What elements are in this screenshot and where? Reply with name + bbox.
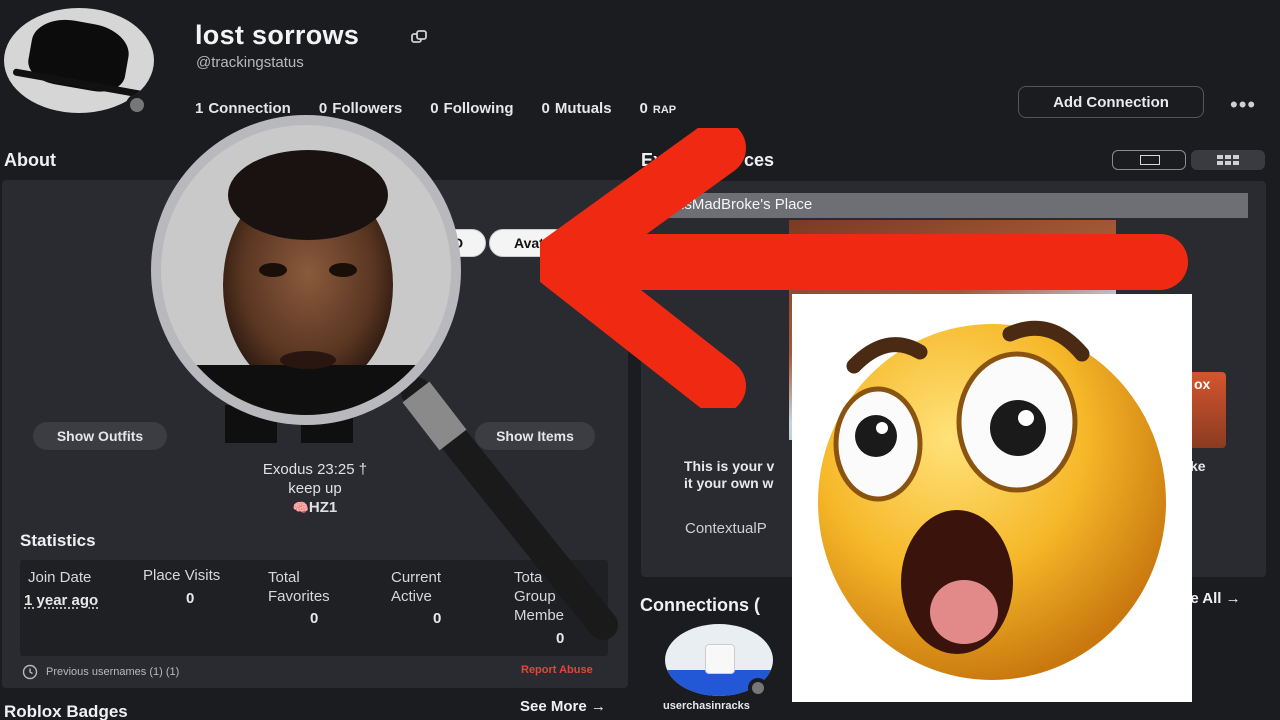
- experiences-title-partial-end: ces: [744, 150, 775, 170]
- roblox-badges-title: Roblox Badges: [4, 702, 128, 720]
- add-connection-button[interactable]: Add Connection: [1018, 86, 1204, 118]
- copy-icon[interactable]: [410, 28, 428, 46]
- experience-mini-thumbnail[interactable]: ox: [1168, 372, 1226, 448]
- username: @trackingstatus: [196, 54, 304, 71]
- grid-view-toggle[interactable]: [1191, 150, 1265, 170]
- total-favorites-label: Total Favorites: [268, 569, 330, 605]
- experiences-title-partial: Ex: [641, 150, 664, 170]
- report-abuse-link[interactable]: Report Abuse: [521, 664, 593, 676]
- statistics-title: Statistics: [20, 531, 96, 550]
- connections-title: Connections (: [640, 595, 760, 615]
- experience-description: This is your v ke it your own w: [684, 458, 1206, 491]
- carousel-view-toggle[interactable]: [1112, 150, 1186, 170]
- profile-avatar[interactable]: [4, 8, 154, 116]
- total-favorites-value: 0: [310, 610, 319, 627]
- grid-view-icon: [1217, 155, 1239, 165]
- profile-bio: Exodus 23:25 † keep up 🧠HZ1: [262, 461, 368, 516]
- following-count[interactable]: 0 Following: [430, 100, 513, 117]
- previous-usernames[interactable]: Previous usernames (1) (1): [22, 664, 179, 680]
- display-name: lost sorrows: [195, 20, 360, 50]
- statistics-table: Join Date 1 year ago Place Visits 0 Tota…: [20, 560, 608, 656]
- experience-thumbnail[interactable]: [789, 220, 1116, 440]
- profile-counts: 1 Connection 0 Followers 0 Following 0 Mutua…: [195, 100, 676, 117]
- list-view-icon: [1140, 155, 1160, 165]
- group-memberships-value: 0: [556, 630, 565, 647]
- experience-creator[interactable]: ContextualP: [685, 520, 767, 537]
- show-outfits-button[interactable]: Show Outfits: [33, 422, 167, 450]
- current-active-label: Current Active: [391, 569, 442, 605]
- rap-count: 0 RAP: [639, 100, 677, 117]
- presence-indicator: [126, 94, 148, 116]
- connection-name[interactable]: userchasinracks: [663, 700, 750, 712]
- current-active-value: 0: [433, 610, 442, 627]
- connections-count[interactable]: 1 Connection: [195, 100, 291, 117]
- avatar-view-button[interactable]: Avat: [489, 229, 569, 257]
- join-date-label: Join Date: [28, 569, 92, 586]
- followers-count[interactable]: 0 Followers: [319, 100, 402, 117]
- experience-name[interactable]: hsMadBroke's Place: [662, 193, 1248, 218]
- group-memberships-label: Tota Group Membe: [514, 569, 565, 624]
- see-more-link[interactable]: See More →: [520, 698, 606, 715]
- about-title: About: [4, 150, 56, 170]
- show-items-button[interactable]: Show Items: [475, 422, 595, 450]
- mutuals-count[interactable]: 0 Mutuals: [542, 100, 612, 117]
- place-visits-label: Place Visits: [143, 567, 221, 584]
- join-date-value[interactable]: 1 year ago: [24, 592, 98, 609]
- see-all-link[interactable]: ee All →: [1182, 590, 1241, 607]
- brain-icon: 🧠: [292, 500, 309, 515]
- place-visits-value: 0: [186, 590, 195, 607]
- more-options-icon[interactable]: •••: [1230, 92, 1256, 118]
- view-2d-button[interactable]: D: [420, 229, 486, 257]
- avatar-render: [225, 405, 355, 445]
- connection-presence-indicator: [748, 678, 768, 698]
- history-icon: [22, 664, 38, 680]
